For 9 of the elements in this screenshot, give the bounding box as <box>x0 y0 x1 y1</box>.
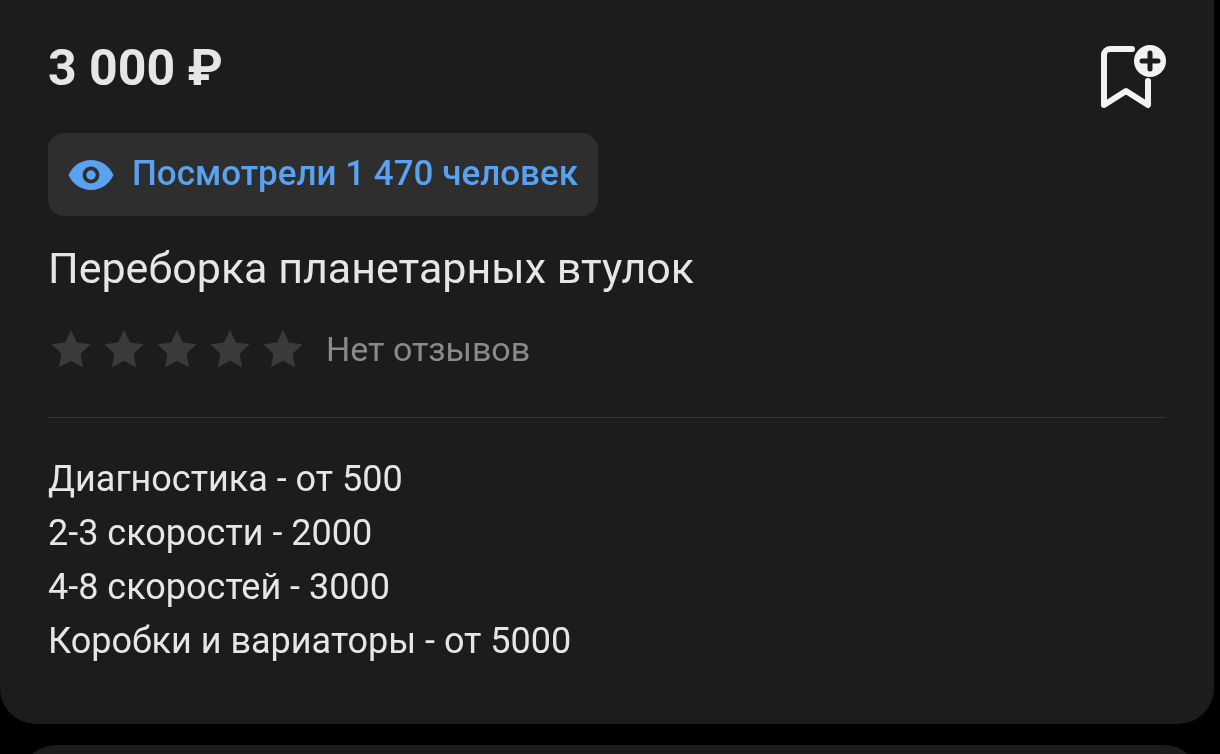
description-line: Диагностика - от 500 <box>48 457 404 502</box>
service-title: Переборка планетарных втулок <box>48 242 696 295</box>
eye-icon <box>68 159 114 190</box>
description-line: 2-3 скорости - 2000 <box>48 511 374 556</box>
description-line: 4-8 скоростей - 3000 <box>48 565 391 610</box>
reviews-count: Нет отзывов <box>326 328 531 371</box>
views-count: Посмотрели 1 470 человек <box>132 152 579 197</box>
price: 3 000 ₽ <box>48 40 223 96</box>
description-line: Коробки и вариаторы - от 5000 <box>48 619 573 664</box>
